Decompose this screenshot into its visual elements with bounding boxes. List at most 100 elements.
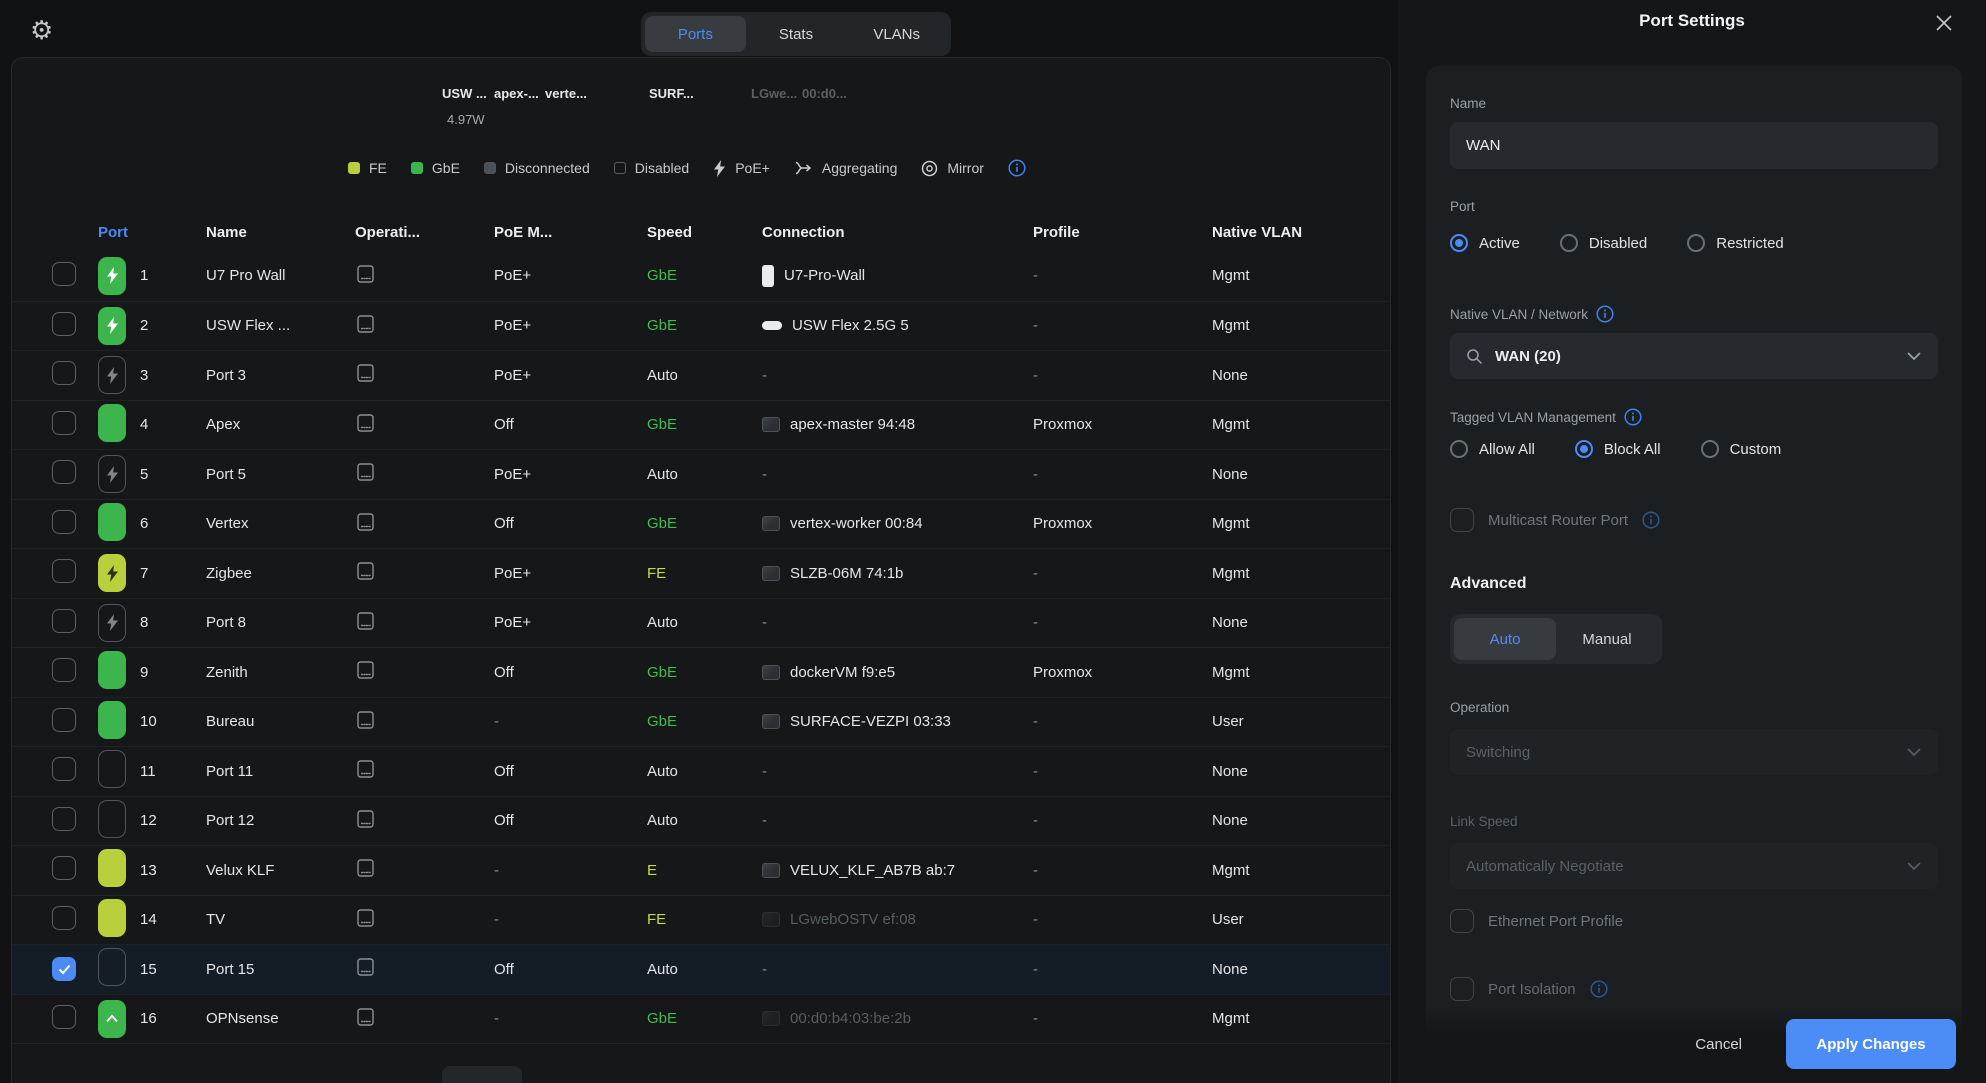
tagged-vlan-radios: Allow All Block All Custom (1450, 440, 1781, 458)
column-header-profile[interactable]: Profile (1027, 224, 1206, 241)
column-header-poe-mode[interactable]: PoE M... (488, 224, 641, 241)
mode-auto[interactable]: Auto (1454, 618, 1556, 660)
radio-custom[interactable]: Custom (1701, 440, 1782, 458)
profile: - (1027, 565, 1206, 582)
table-row[interactable]: 6 Vertex Off GbE vertex-worker 00:84 Pro… (12, 499, 1390, 549)
native-vlan-select[interactable]: WAN (20) (1450, 333, 1938, 379)
device-label: LGwe... (751, 86, 797, 101)
switch-device-icon (355, 710, 376, 730)
close-icon[interactable] (1934, 13, 1954, 33)
port-number: 1 (134, 267, 200, 284)
native-vlan: None (1206, 961, 1390, 978)
row-checkbox[interactable] (52, 559, 76, 583)
row-checkbox[interactable] (52, 708, 76, 732)
row-checkbox[interactable] (52, 856, 76, 880)
column-header-port[interactable]: Port (92, 224, 200, 241)
radio-button-icon[interactable] (1450, 440, 1468, 458)
row-checkbox[interactable] (52, 361, 76, 385)
table-row[interactable]: 14 TV - FE LGwebOSTV ef:08 - User (12, 895, 1390, 945)
port-name: Velux KLF (200, 862, 349, 879)
column-header-connection[interactable]: Connection (756, 224, 1027, 241)
row-checkbox[interactable] (52, 906, 76, 930)
table-row[interactable]: 16 OPNsense - GbE 00:d0:b4:03:be:2b - Mg… (12, 994, 1390, 1044)
port-number: 11 (134, 763, 200, 780)
operation-switch-icon (355, 710, 376, 734)
checkbox-icon[interactable] (1450, 977, 1474, 1001)
row-checkbox[interactable] (52, 262, 76, 286)
radio-button-icon[interactable] (1560, 234, 1578, 252)
poe-mode: Off (488, 812, 641, 829)
row-checkbox[interactable] (52, 411, 76, 435)
info-icon[interactable] (1008, 159, 1026, 177)
table-row[interactable]: 13 Velux KLF - E VELUX_KLF_AB7B ab:7 - M… (12, 845, 1390, 895)
row-checkbox[interactable] (52, 609, 76, 633)
switch-device-icon (355, 957, 376, 977)
radio-active[interactable]: Active (1450, 234, 1520, 252)
table-row[interactable]: 8 Port 8 PoE+ Auto - - None (12, 598, 1390, 648)
table-row[interactable]: 2 USW Flex ... PoE+ GbE USW Flex 2.5G 5 … (12, 301, 1390, 351)
port-name: Vertex (200, 515, 349, 532)
info-icon[interactable] (1596, 305, 1614, 323)
port-speed: FE (641, 911, 756, 928)
table-row[interactable]: 7 Zigbee PoE+ FE SLZB-06M 74:1b - Mgmt (12, 548, 1390, 598)
row-checkbox[interactable] (52, 460, 76, 484)
row-checkbox[interactable] (52, 807, 76, 831)
row-checkbox[interactable] (52, 658, 76, 682)
port-name: TV (200, 911, 349, 928)
multicast-router-port-checkbox[interactable]: Multicast Router Port (1450, 508, 1660, 532)
name-input[interactable] (1450, 122, 1938, 169)
table-expand-button[interactable] (442, 1066, 522, 1083)
row-checkbox[interactable] (52, 957, 76, 981)
table-row[interactable]: 5 Port 5 PoE+ Auto - - None (12, 449, 1390, 499)
column-header-name[interactable]: Name (200, 224, 349, 241)
table-row[interactable]: 1 U7 Pro Wall PoE+ GbE U7-Pro-Wall - Mgm… (12, 251, 1390, 301)
port-number: 15 (134, 961, 200, 978)
tab-vlans[interactable]: VLANs (846, 16, 947, 52)
table-row[interactable]: 4 Apex Off GbE apex-master 94:48 Proxmox… (12, 400, 1390, 450)
tagged-vlan-label: Tagged VLAN Management (1450, 408, 1642, 426)
radio-disabled[interactable]: Disabled (1560, 234, 1647, 252)
tab-ports[interactable]: Ports (645, 16, 746, 52)
radio-block-all[interactable]: Block All (1575, 440, 1661, 458)
table-row[interactable]: 3 Port 3 PoE+ Auto - - None (12, 350, 1390, 400)
row-checkbox[interactable] (52, 757, 76, 781)
port-status-icon (98, 404, 126, 442)
column-header-operation[interactable]: Operati... (349, 224, 488, 241)
info-icon[interactable] (1624, 408, 1642, 426)
ethernet-port-profile-checkbox[interactable]: Ethernet Port Profile (1450, 909, 1623, 933)
column-header-speed[interactable]: Speed (641, 224, 756, 241)
column-header-native-vlan[interactable]: Native VLAN (1206, 224, 1390, 241)
operation-select[interactable]: Switching (1450, 729, 1938, 775)
apply-changes-button[interactable]: Apply Changes (1786, 1019, 1956, 1069)
table-row[interactable]: 11 Port 11 Off Auto - - None (12, 746, 1390, 796)
radio-button-icon[interactable] (1701, 440, 1719, 458)
connection: - (756, 812, 1027, 829)
table-row[interactable]: 9 Zenith Off GbE dockerVM f9:e5 Proxmox … (12, 647, 1390, 697)
legend-info[interactable] (1008, 159, 1026, 177)
mode-manual[interactable]: Manual (1556, 618, 1658, 660)
table-row[interactable]: 15 Port 15 Off Auto - - None (12, 944, 1390, 994)
checkbox-icon[interactable] (1450, 909, 1474, 933)
cancel-button[interactable]: Cancel (1695, 1036, 1742, 1053)
checkbox-icon[interactable] (1450, 508, 1474, 532)
radio-allow-all[interactable]: Allow All (1450, 440, 1535, 458)
settings-gear-icon[interactable]: ⚙ (30, 18, 53, 44)
row-checkbox[interactable] (52, 510, 76, 534)
row-checkbox[interactable] (52, 312, 76, 336)
row-checkbox[interactable] (52, 1005, 76, 1029)
table-row[interactable]: 10 Bureau - GbE SURFACE-VEZPI 03:33 - Us… (12, 697, 1390, 747)
info-icon[interactable] (1590, 980, 1608, 998)
link-speed-select[interactable]: Automatically Negotiate (1450, 843, 1938, 889)
radio-button-icon[interactable] (1450, 234, 1468, 252)
tab-stats[interactable]: Stats (746, 16, 847, 52)
radio-button-icon[interactable] (1575, 440, 1593, 458)
radio-restricted[interactable]: Restricted (1687, 234, 1784, 252)
port-status-icon (98, 750, 126, 788)
radio-button-icon[interactable] (1687, 234, 1705, 252)
table-row[interactable]: 12 Port 12 Off Auto - - None (12, 796, 1390, 846)
port-isolation-checkbox[interactable]: Port Isolation (1450, 977, 1608, 1001)
info-icon[interactable] (1642, 511, 1660, 529)
app-window: ⚙ Ports Stats VLANs USW ... apex-... ver… (0, 0, 1986, 1083)
port-name: Zenith (200, 664, 349, 681)
port-status-icon (98, 356, 126, 394)
